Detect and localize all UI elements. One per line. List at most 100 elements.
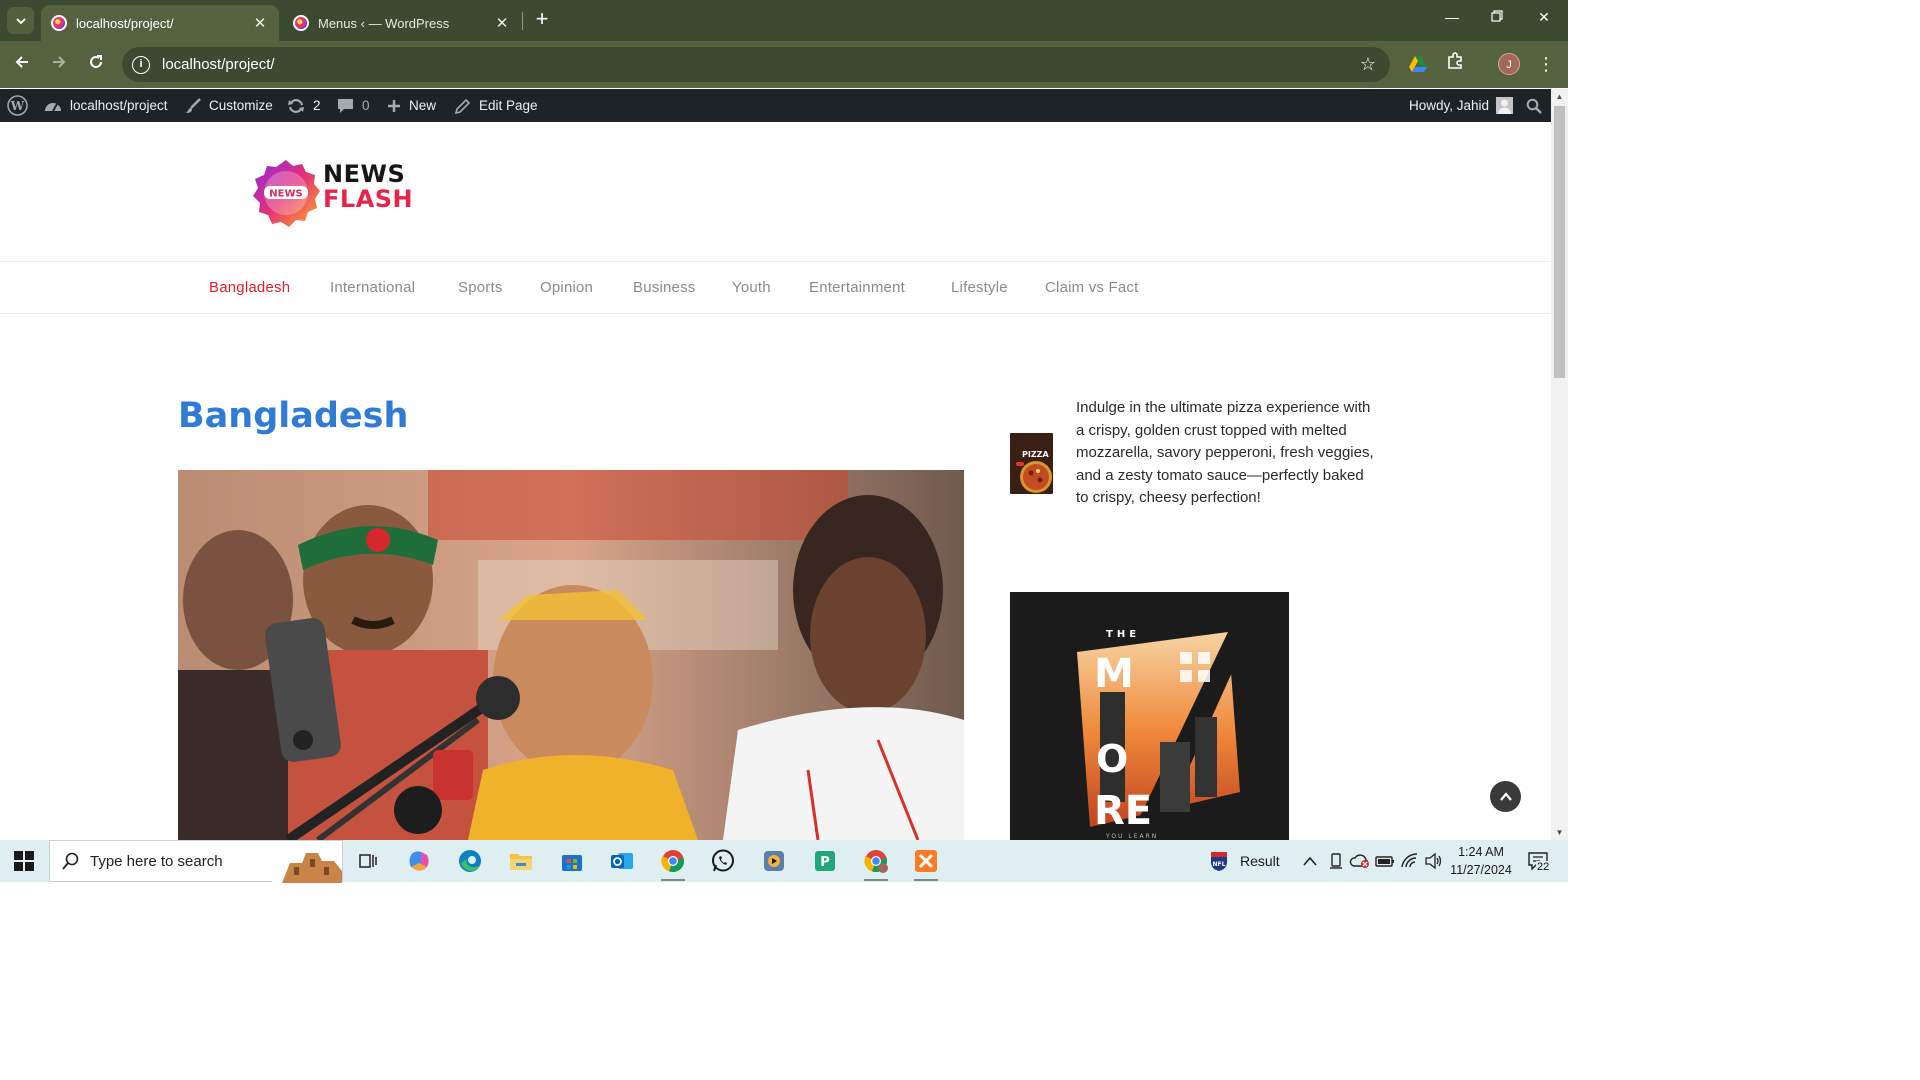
tab-close-icon[interactable]: ✕ (249, 14, 271, 32)
svg-text:P: P (820, 855, 830, 870)
my-account-link[interactable]: Howdy, Jahid (1409, 89, 1514, 122)
pycharm-icon[interactable]: P (811, 847, 839, 875)
user-avatar-icon (1496, 97, 1514, 114)
media-player-icon[interactable] (760, 847, 788, 875)
nav-item-lifestyle[interactable]: Lifestyle (951, 279, 1008, 296)
tab-close-icon[interactable]: ✕ (491, 14, 513, 32)
pizza-thumb-label: PIZZA (1022, 450, 1049, 459)
scroll-to-top-button[interactable] (1490, 781, 1521, 812)
close-window-icon[interactable]: ✕ (1534, 9, 1554, 29)
reload-icon[interactable] (84, 52, 108, 76)
svg-text:NFL: NFL (1213, 861, 1226, 868)
howdy-label: Howdy, Jahid (1409, 98, 1490, 113)
windows-start-icon[interactable] (14, 851, 34, 876)
nav-item-youth[interactable]: Youth (732, 279, 771, 296)
file-explorer-icon[interactable] (507, 847, 535, 875)
admin-site-link[interactable]: localhost/project (44, 89, 168, 122)
book-top-text: THE (1106, 629, 1140, 640)
nav-item-sports[interactable]: Sports (458, 279, 503, 296)
primary-navigation: Bangladesh International Sports Opinion … (0, 262, 1551, 314)
sidebar-book-ad[interactable]: THE M O RE YOU LEARN (1010, 592, 1289, 842)
svg-text:W: W (10, 99, 25, 113)
xampp-icon[interactable] (912, 847, 940, 881)
taskbar-search-box[interactable]: Type here to search (49, 840, 343, 883)
edge-browser-icon[interactable] (456, 847, 484, 875)
taskbar-clock[interactable]: 1:24 AM 11/27/2024 (1448, 843, 1514, 879)
browser-tab[interactable]: Menus ‹ — WordPress ✕ (283, 5, 521, 41)
scrollbar-thumb[interactable] (1554, 106, 1565, 378)
notifications-icon[interactable]: 22 (1524, 847, 1552, 875)
updates-link[interactable]: 2 (287, 89, 321, 122)
comments-link[interactable]: 0 (337, 89, 370, 122)
restore-icon[interactable] (1487, 9, 1507, 29)
address-bar[interactable]: i localhost/project/ ☆ (122, 47, 1390, 82)
new-tab-button[interactable]: + (530, 8, 554, 32)
edit-page-link[interactable]: Edit Page (455, 89, 538, 122)
page-title: Bangladesh (178, 396, 409, 436)
paintbrush-icon (185, 97, 201, 114)
book-letter-m: M (1094, 651, 1134, 697)
tab-divider (522, 12, 523, 30)
address-text[interactable]: localhost/project/ (162, 56, 1360, 73)
admin-search-icon[interactable] (1526, 89, 1542, 122)
pizza-image-icon: PIZZA (1010, 433, 1053, 494)
chrome-icon[interactable] (659, 847, 687, 881)
nav-item-business[interactable]: Business (633, 279, 695, 296)
profile-avatar[interactable]: J (1498, 53, 1520, 75)
kebab-menu-icon[interactable]: ⋮ (1534, 52, 1558, 76)
site-logo[interactable]: NEWS NEWS FLASH (251, 158, 421, 228)
pizza-thumbnail[interactable]: PIZZA (1010, 433, 1053, 494)
tray-chevron-up-icon[interactable] (1296, 847, 1324, 875)
news-badge-logo-icon: NEWS (253, 160, 320, 227)
comment-bubble-icon (337, 98, 354, 114)
book-letter-o: O (1096, 737, 1128, 781)
book-bottom-text: YOU LEARN (1105, 833, 1158, 840)
promo-description: Indulge in the ultimate pizza experience… (1076, 399, 1374, 506)
tab-title: Menus ‹ — WordPress (318, 15, 450, 31)
clock-time: 1:24 AM (1458, 845, 1504, 859)
chevron-up-icon (1499, 791, 1512, 801)
featured-image[interactable] (178, 470, 964, 840)
scroll-up-arrow-icon[interactable]: ▲ (1551, 89, 1568, 104)
google-drive-icon[interactable] (1408, 54, 1428, 74)
notification-count: 22 (1536, 861, 1551, 873)
taskbar-search-placeholder: Type here to search (90, 852, 223, 870)
weather-nfl-icon[interactable]: NFL (1205, 847, 1233, 875)
volume-icon[interactable] (1420, 847, 1448, 875)
forward-icon[interactable] (47, 52, 71, 76)
nav-item-claim-vs-fact[interactable]: Claim vs Fact (1045, 279, 1138, 296)
scroll-down-arrow-icon[interactable]: ▼ (1551, 825, 1568, 840)
back-icon[interactable] (10, 52, 34, 76)
clock-date: 11/27/2024 (1450, 863, 1512, 877)
nav-item-entertainment[interactable]: Entertainment (809, 279, 905, 296)
wordpress-logo-icon[interactable]: W (7, 89, 28, 122)
copilot-icon[interactable] (405, 847, 433, 875)
extensions-icon[interactable] (1443, 52, 1467, 76)
minimize-icon[interactable]: — (1442, 9, 1462, 29)
microsoft-store-icon[interactable] (558, 847, 586, 875)
book-letters-re: RE (1094, 788, 1152, 834)
customize-link[interactable]: Customize (185, 89, 273, 122)
outlook-icon[interactable] (608, 847, 636, 875)
new-content-link[interactable]: New (387, 89, 436, 122)
nav-item-bangladesh[interactable]: Bangladesh (209, 279, 290, 296)
logo-wordmark: NEWS FLASH (323, 162, 413, 212)
browser-tab-active[interactable]: localhost/project/ ✕ (41, 5, 279, 41)
tab-search-button[interactable] (7, 7, 34, 34)
whatsapp-icon[interactable] (709, 847, 737, 875)
task-view-icon[interactable] (354, 847, 382, 875)
comments-count: 0 (362, 98, 370, 113)
nav-item-opinion[interactable]: Opinion (540, 279, 593, 296)
onedrive-error-icon[interactable] (1346, 847, 1374, 875)
page-scrollbar[interactable]: ▲ ▼ (1551, 89, 1568, 840)
bookmark-star-icon[interactable]: ☆ (1360, 54, 1376, 75)
nav-item-international[interactable]: International (330, 279, 415, 296)
site-favicon-icon (51, 15, 67, 31)
rally-photo-illustration (178, 470, 964, 840)
weather-label[interactable]: Result (1240, 853, 1280, 869)
chrome-profile-icon[interactable] (862, 847, 890, 881)
battery-icon[interactable] (1371, 847, 1399, 875)
wp-admin-bar: W localhost/project Customize 2 0 New Ed… (0, 89, 1568, 122)
site-info-icon[interactable]: i (132, 55, 150, 74)
logo-badge-text: NEWS (269, 189, 302, 200)
